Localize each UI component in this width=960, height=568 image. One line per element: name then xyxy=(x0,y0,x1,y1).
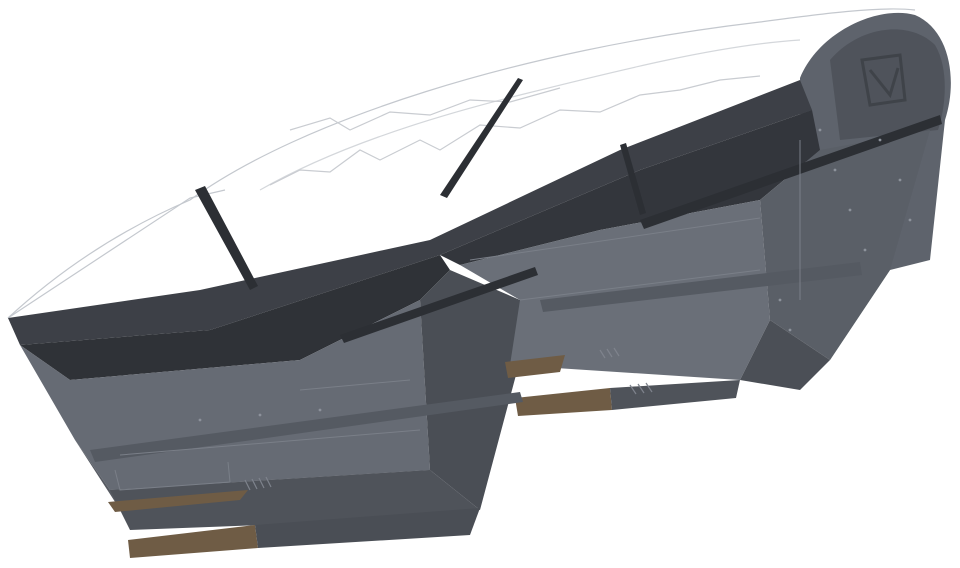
rear-floor-pad-2 xyxy=(515,388,612,416)
canopy-frame-bar-2 xyxy=(195,186,258,290)
forward-floor-pad-2 xyxy=(128,525,258,558)
cockpit-render xyxy=(0,0,960,568)
canopy-frame-bar xyxy=(440,78,523,198)
cockpit-illustration xyxy=(7,8,951,558)
rear-floor-strip xyxy=(610,380,740,410)
